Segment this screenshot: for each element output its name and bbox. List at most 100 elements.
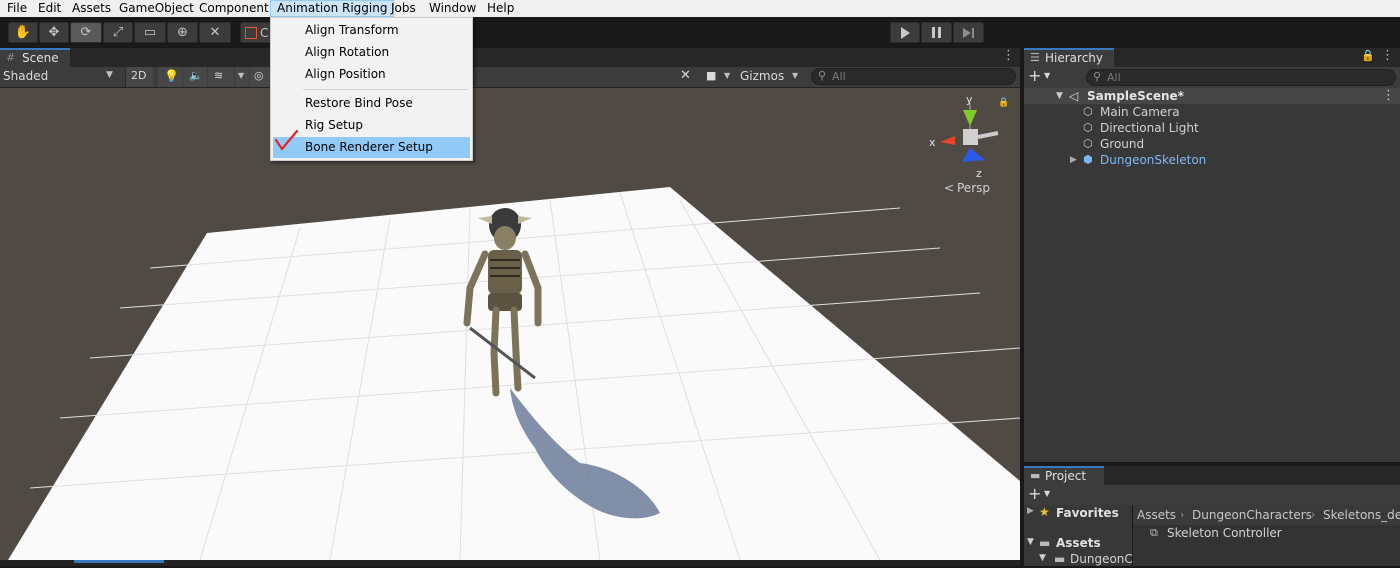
audio-toggle-button[interactable]: 🔈: [183, 67, 207, 87]
menu-component[interactable]: Component: [197, 0, 271, 17]
menu-jobs[interactable]: Jobs: [389, 0, 418, 17]
menu-item-align-rotation[interactable]: Align Rotation: [273, 42, 470, 63]
hierarchy-tab-label: Hierarchy: [1045, 51, 1104, 65]
scale-tool-button[interactable]: ⤢: [103, 22, 133, 43]
hierarchy-item[interactable]: ⬡ Main Camera: [1024, 104, 1400, 120]
shading-mode-label: Shaded: [3, 69, 49, 83]
main-toolbar: ✋ ✥ ⟳ ⤢ ▭ ⊕ ✕ C: [0, 17, 1400, 48]
menu-assets[interactable]: Assets: [70, 0, 113, 17]
menu-window[interactable]: Window: [427, 0, 478, 17]
expanded-arrow-icon: ▼: [1039, 553, 1046, 563]
create-button[interactable]: + ▼: [1028, 66, 1056, 87]
breadcrumb-item[interactable]: Skeletons_der: [1323, 508, 1400, 522]
pivot-toggle-button[interactable]: C: [240, 22, 272, 43]
scene-viewport[interactable]: y x z 🔒 < Persp: [0, 88, 1020, 560]
animation-rigging-dropdown: Align Transform Align Rotation Align Pos…: [270, 17, 473, 161]
breadcrumb-item[interactable]: Assets: [1137, 508, 1176, 522]
expanded-arrow-icon: ▼: [1027, 537, 1034, 547]
menu-item-label: Align Rotation: [305, 45, 390, 59]
visibility-toggle-button[interactable]: ◎: [250, 67, 270, 87]
play-icon: [900, 26, 910, 39]
kebab-menu-icon[interactable]: ⋮: [1002, 48, 1015, 63]
menu-item-label: Bone Renderer Setup: [305, 140, 433, 154]
effects-dropdown[interactable]: ▼: [235, 67, 249, 87]
kebab-menu-icon[interactable]: ⋮: [1381, 48, 1394, 63]
chevron-right-icon: ›: [1311, 508, 1316, 521]
move-tool-button[interactable]: ✥: [39, 22, 69, 43]
hierarchy-item[interactable]: ▶ ⬢ DungeonSkeleton: [1024, 152, 1400, 168]
transform-tool-button[interactable]: ⊕: [167, 22, 198, 43]
collapsed-arrow-icon[interactable]: ▶: [1070, 152, 1077, 168]
menu-item-bone-renderer-setup[interactable]: Bone Renderer Setup: [273, 137, 470, 158]
rotate-tool-button[interactable]: ⟳: [70, 22, 102, 43]
move-icon: ✥: [48, 25, 60, 40]
scene-name: SampleScene*: [1087, 89, 1184, 103]
scale-icon: ⤢: [112, 25, 124, 40]
scene-render: [8, 103, 1020, 560]
step-button[interactable]: [953, 22, 984, 43]
2d-toggle-button[interactable]: 2D: [125, 67, 153, 87]
menu-file[interactable]: File: [5, 0, 29, 17]
menu-help[interactable]: Help: [485, 0, 516, 17]
hierarchy-search-input[interactable]: ⚲ All: [1086, 69, 1396, 86]
lock-icon[interactable]: 🔒: [998, 98, 1009, 108]
create-button[interactable]: + ▼: [1028, 484, 1056, 505]
lock-icon[interactable]: 🔒: [1361, 49, 1375, 62]
tools-icon: ✕: [680, 68, 691, 83]
custom-tool-button[interactable]: ✕: [199, 22, 231, 43]
file-row[interactable]: ⧉ Skeleton Controller: [1133, 526, 1400, 542]
cube-icon: ⬡: [1083, 121, 1093, 134]
menu-animation-rigging[interactable]: Animation Rigging: [270, 0, 395, 17]
hierarchy-tab-strip: 🔒 ⋮: [1114, 48, 1400, 67]
shading-mode-dropdown[interactable]: Shaded ▼: [0, 67, 120, 87]
menu-gameobject[interactable]: GameObject: [117, 0, 196, 17]
orientation-gizmo: [940, 103, 999, 162]
menu-item-align-transform[interactable]: Align Transform: [273, 20, 470, 41]
hierarchy-item[interactable]: ⬡ Directional Light: [1024, 120, 1400, 136]
menu-item-rig-setup[interactable]: Rig Setup: [273, 115, 470, 136]
persp-icon: <: [944, 181, 955, 195]
chevron-down-icon: ▼: [724, 71, 731, 80]
hierarchy-tree: ▼ ◁ SampleScene* ⋮ ⬡ Main Camera ⬡ Direc…: [1024, 88, 1400, 462]
tab-hierarchy[interactable]: ☰ Hierarchy: [1024, 48, 1114, 67]
hand-tool-button[interactable]: ✋: [8, 22, 38, 43]
light-bulb-icon: 💡: [164, 69, 179, 83]
animator-controller-icon: ⧉: [1150, 526, 1158, 539]
tab-project[interactable]: ▬ Project: [1024, 466, 1104, 485]
menu-item-align-position[interactable]: Align Position: [273, 64, 470, 85]
menu-item-restore-bind-pose[interactable]: Restore Bind Pose: [273, 93, 470, 114]
scene-tab-strip: ⋮: [70, 48, 1020, 67]
breadcrumb-item[interactable]: DungeonCharacters: [1192, 508, 1312, 522]
menu-bar: File Edit Assets GameObject Component An…: [0, 0, 1400, 17]
assets-row[interactable]: ▼ ▬ Assets: [1024, 536, 1132, 552]
search-icon: ⚲: [1093, 70, 1102, 83]
scene-toolbar: Shaded ▼ 2D 💡 🔈 ≋ ▼ ◎ ✕ ■ ▼ Gizmos ▼ ⚲ A…: [0, 67, 1020, 88]
play-button[interactable]: [890, 22, 920, 43]
scene-search-input[interactable]: ⚲ All: [811, 68, 1016, 85]
tab-scene[interactable]: # Scene: [0, 48, 70, 67]
hierarchy-item-label: DungeonSkeleton: [1100, 153, 1207, 167]
scene-search-placeholder: All: [832, 70, 846, 83]
pause-button[interactable]: [921, 22, 952, 43]
rect-tool-button[interactable]: ▭: [134, 22, 166, 43]
menu-edit[interactable]: Edit: [36, 0, 63, 17]
hierarchy-item[interactable]: ⬡ Ground: [1024, 136, 1400, 152]
kebab-menu-icon[interactable]: ⋮: [1382, 88, 1395, 104]
camera-dropdown[interactable]: ■ ▼: [702, 67, 736, 87]
hidden-eye-icon: ◎: [254, 69, 264, 82]
prefab-icon: ⬢: [1083, 153, 1093, 166]
scene-row[interactable]: ▼ ◁ SampleScene* ⋮: [1024, 88, 1400, 104]
hierarchy-toolbar: + ▼ ⚲ All: [1024, 66, 1400, 88]
gizmos-dropdown[interactable]: Gizmos ▼: [738, 67, 804, 87]
favorites-row[interactable]: ▶ ★ Favorites: [1024, 505, 1132, 522]
pivot-icon: [245, 26, 257, 39]
effects-toggle-button[interactable]: ≋: [208, 67, 234, 87]
unity-scene-icon: ◁: [1069, 89, 1079, 103]
project-content: Assets › DungeonCharacters › Skeletons_d…: [1133, 505, 1400, 566]
cube-icon: ⬡: [1083, 137, 1093, 150]
lighting-toggle-button[interactable]: 💡: [158, 67, 182, 87]
tools-button[interactable]: ✕: [676, 67, 698, 87]
gizmo-y-label: y: [966, 93, 973, 106]
hierarchy-item-label: Directional Light: [1100, 121, 1199, 135]
expanded-arrow-icon: ▼: [1056, 91, 1063, 101]
